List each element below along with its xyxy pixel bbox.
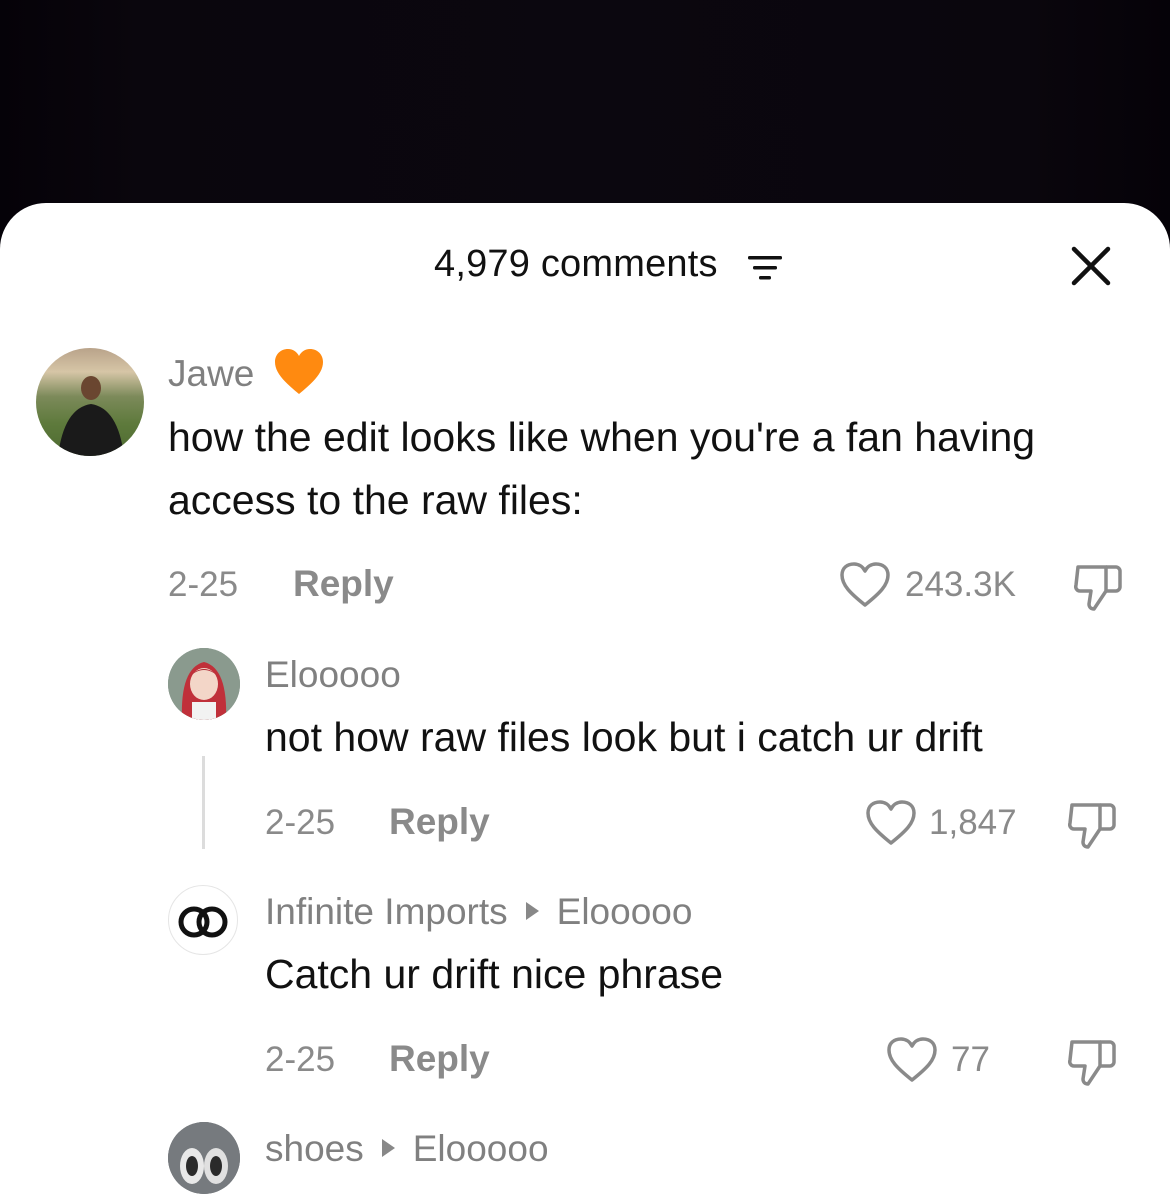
like-count: 243.3K <box>905 565 1016 604</box>
avatar[interactable] <box>168 648 240 720</box>
like-count: 1,847 <box>929 803 1017 842</box>
like-count: 77 <box>951 1040 990 1079</box>
comment-date: 2-25 <box>265 1040 336 1079</box>
sort-filter-icon[interactable] <box>746 253 784 283</box>
orange-heart-icon <box>274 349 323 394</box>
avatar[interactable] <box>168 885 238 955</box>
author-name[interactable]: Elooooo <box>265 654 401 696</box>
heart-outline-icon[interactable] <box>839 561 891 609</box>
reply-button[interactable]: Reply <box>293 563 394 605</box>
reply-to-name[interactable]: Elooooo <box>413 1128 549 1169</box>
heart-outline-icon[interactable] <box>865 799 917 847</box>
dislike-icon[interactable] <box>1072 561 1124 613</box>
close-icon[interactable] <box>1068 243 1114 289</box>
avatar[interactable] <box>168 1122 240 1194</box>
heart-outline-icon[interactable] <box>886 1036 938 1084</box>
comment-text: how the edit looks like when you're a fa… <box>168 414 1036 523</box>
comments-header: 4,979 comments <box>0 203 1170 323</box>
comment-text: not how raw files look but i catch ur dr… <box>265 714 983 760</box>
author-name[interactable]: Jawe <box>168 349 325 400</box>
reply-button[interactable]: Reply <box>389 801 490 843</box>
comment-date: 2-25 <box>265 803 336 842</box>
dislike-icon[interactable] <box>1066 1036 1118 1088</box>
author-line: Infinite Imports Elooooo <box>265 891 692 933</box>
author-line: shoes Elooooo <box>265 1128 549 1170</box>
reply-to-name[interactable]: Elooooo <box>557 891 693 932</box>
reply-arrow-icon <box>525 902 539 921</box>
author-name[interactable]: Infinite Imports <box>265 891 508 932</box>
comment-count: 4,979 comments <box>434 243 718 285</box>
comment-date: 2-25 <box>168 565 239 604</box>
reply-button[interactable]: Reply <box>389 1038 490 1080</box>
comments-sheet: 4,979 comments Jawe how the edit looks l… <box>0 203 1170 1200</box>
reply-arrow-icon <box>381 1139 395 1158</box>
avatar[interactable] <box>36 348 144 456</box>
author-name[interactable]: shoes <box>265 1128 364 1169</box>
dislike-icon[interactable] <box>1066 799 1118 851</box>
comment-text: Catch ur drift nice phrase <box>265 951 724 997</box>
thread-line <box>202 756 205 849</box>
